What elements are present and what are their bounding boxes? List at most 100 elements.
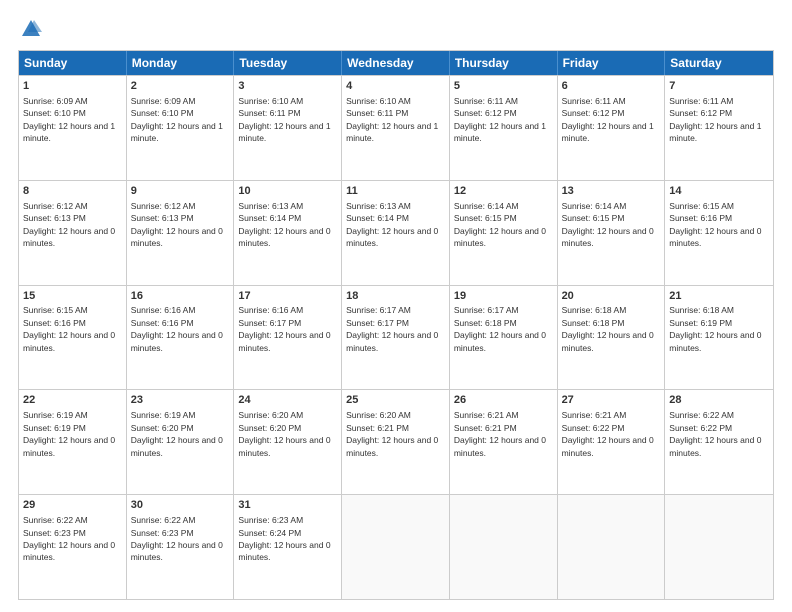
- day-number: 13: [562, 184, 661, 199]
- day-info: Sunrise: 6:14 AMSunset: 6:15 PMDaylight:…: [562, 201, 654, 248]
- day-number: 28: [669, 393, 769, 408]
- day-number: 4: [346, 79, 445, 94]
- day-info: Sunrise: 6:22 AMSunset: 6:23 PMDaylight:…: [23, 515, 115, 562]
- day-number: 30: [131, 498, 230, 513]
- day-number: 15: [23, 289, 122, 304]
- calendar-cell: 1 Sunrise: 6:09 AMSunset: 6:10 PMDaylight…: [19, 76, 127, 180]
- calendar-row-2: 8 Sunrise: 6:12 AMSunset: 6:13 PMDaylight…: [19, 180, 773, 285]
- calendar-cell: 28Sunrise: 6:22 AMSunset: 6:22 PMDayligh…: [665, 390, 773, 494]
- day-info: Sunrise: 6:17 AMSunset: 6:18 PMDaylight:…: [454, 305, 546, 352]
- day-info: Sunrise: 6:20 AMSunset: 6:20 PMDaylight:…: [238, 410, 330, 457]
- calendar-cell: 19Sunrise: 6:17 AMSunset: 6:18 PMDayligh…: [450, 286, 558, 390]
- header-day-tuesday: Tuesday: [234, 51, 342, 75]
- calendar-body: 1 Sunrise: 6:09 AMSunset: 6:10 PMDaylight…: [19, 75, 773, 599]
- calendar-cell: 25 Sunrise: 6:20 AMSunset: 6:21 PMDayligh…: [342, 390, 450, 494]
- calendar-cell: 4 Sunrise: 6:10 AMSunset: 6:11 PMDaylight…: [342, 76, 450, 180]
- day-number: 22: [23, 393, 122, 408]
- day-number: 16: [131, 289, 230, 304]
- day-info: Sunrise: 6:18 AMSunset: 6:19 PMDaylight:…: [669, 305, 761, 352]
- day-info: Sunrise: 6:11 AMSunset: 6:12 PMDaylight:…: [454, 96, 546, 143]
- day-info: Sunrise: 6:10 AMSunset: 6:11 PMDaylight:…: [238, 96, 330, 143]
- calendar-cell: 12Sunrise: 6:14 AMSunset: 6:15 PMDayligh…: [450, 181, 558, 285]
- day-number: 7: [669, 79, 769, 94]
- calendar-cell: 13 Sunrise: 6:14 AMSunset: 6:15 PMDayligh…: [558, 181, 666, 285]
- calendar-cell: 30 Sunrise: 6:22 AMSunset: 6:23 PMDayligh…: [127, 495, 235, 599]
- day-number: 17: [238, 289, 337, 304]
- calendar-header: SundayMondayTuesdayWednesdayThursdayFrid…: [19, 51, 773, 75]
- day-info: Sunrise: 6:13 AMSunset: 6:14 PMDaylight:…: [346, 201, 438, 248]
- calendar-cell: 14 Sunrise: 6:15 AMSunset: 6:16 PMDayligh…: [665, 181, 773, 285]
- day-number: 19: [454, 289, 553, 304]
- day-info: Sunrise: 6:18 AMSunset: 6:18 PMDaylight:…: [562, 305, 654, 352]
- day-info: Sunrise: 6:09 AMSunset: 6:10 PMDaylight:…: [23, 96, 115, 143]
- calendar-cell: 18Sunrise: 6:17 AMSunset: 6:17 PMDayligh…: [342, 286, 450, 390]
- calendar-cell: 9 Sunrise: 6:12 AMSunset: 6:13 PMDaylight…: [127, 181, 235, 285]
- day-number: 25: [346, 393, 445, 408]
- day-number: 11: [346, 184, 445, 199]
- day-info: Sunrise: 6:21 AMSunset: 6:22 PMDaylight:…: [562, 410, 654, 457]
- day-info: Sunrise: 6:11 AMSunset: 6:12 PMDaylight:…: [669, 96, 761, 143]
- day-info: Sunrise: 6:20 AMSunset: 6:21 PMDaylight:…: [346, 410, 438, 457]
- logo-icon: [20, 18, 42, 40]
- header: [18, 18, 774, 40]
- day-number: 21: [669, 289, 769, 304]
- day-number: 6: [562, 79, 661, 94]
- day-info: Sunrise: 6:15 AMSunset: 6:16 PMDaylight:…: [23, 305, 115, 352]
- calendar-cell: 27 Sunrise: 6:21 AMSunset: 6:22 PMDayligh…: [558, 390, 666, 494]
- calendar-cell: 17Sunrise: 6:16 AMSunset: 6:17 PMDayligh…: [234, 286, 342, 390]
- day-number: 24: [238, 393, 337, 408]
- day-number: 27: [562, 393, 661, 408]
- logo: [18, 18, 42, 40]
- calendar-cell: 10 Sunrise: 6:13 AMSunset: 6:14 PMDayligh…: [234, 181, 342, 285]
- day-number: 18: [346, 289, 445, 304]
- calendar-cell: 21Sunrise: 6:18 AMSunset: 6:19 PMDayligh…: [665, 286, 773, 390]
- day-number: 14: [669, 184, 769, 199]
- calendar-cell: 6Sunrise: 6:11 AMSunset: 6:12 PMDaylight…: [558, 76, 666, 180]
- calendar-cell: 8 Sunrise: 6:12 AMSunset: 6:13 PMDaylight…: [19, 181, 127, 285]
- calendar-cell: 5Sunrise: 6:11 AMSunset: 6:12 PMDaylight…: [450, 76, 558, 180]
- day-number: 26: [454, 393, 553, 408]
- page: SundayMondayTuesdayWednesdayThursdayFrid…: [0, 0, 792, 612]
- calendar: SundayMondayTuesdayWednesdayThursdayFrid…: [18, 50, 774, 600]
- day-info: Sunrise: 6:19 AMSunset: 6:19 PMDaylight:…: [23, 410, 115, 457]
- header-day-wednesday: Wednesday: [342, 51, 450, 75]
- day-info: Sunrise: 6:16 AMSunset: 6:16 PMDaylight:…: [131, 305, 223, 352]
- day-info: Sunrise: 6:17 AMSunset: 6:17 PMDaylight:…: [346, 305, 438, 352]
- header-day-friday: Friday: [558, 51, 666, 75]
- day-info: Sunrise: 6:12 AMSunset: 6:13 PMDaylight:…: [23, 201, 115, 248]
- day-number: 29: [23, 498, 122, 513]
- day-number: 20: [562, 289, 661, 304]
- calendar-row-5: 29 Sunrise: 6:22 AMSunset: 6:23 PMDayligh…: [19, 494, 773, 599]
- calendar-cell: 24 Sunrise: 6:20 AMSunset: 6:20 PMDayligh…: [234, 390, 342, 494]
- header-day-thursday: Thursday: [450, 51, 558, 75]
- day-info: Sunrise: 6:16 AMSunset: 6:17 PMDaylight:…: [238, 305, 330, 352]
- day-info: Sunrise: 6:19 AMSunset: 6:20 PMDaylight:…: [131, 410, 223, 457]
- day-number: 10: [238, 184, 337, 199]
- calendar-cell: 23Sunrise: 6:19 AMSunset: 6:20 PMDayligh…: [127, 390, 235, 494]
- day-info: Sunrise: 6:10 AMSunset: 6:11 PMDaylight:…: [346, 96, 438, 143]
- calendar-cell: 29 Sunrise: 6:22 AMSunset: 6:23 PMDayligh…: [19, 495, 127, 599]
- day-info: Sunrise: 6:22 AMSunset: 6:23 PMDaylight:…: [131, 515, 223, 562]
- calendar-cell: 7 Sunrise: 6:11 AMSunset: 6:12 PMDaylight…: [665, 76, 773, 180]
- day-info: Sunrise: 6:13 AMSunset: 6:14 PMDaylight:…: [238, 201, 330, 248]
- calendar-cell: 22 Sunrise: 6:19 AMSunset: 6:19 PMDayligh…: [19, 390, 127, 494]
- calendar-cell: [342, 495, 450, 599]
- calendar-cell: 31Sunrise: 6:23 AMSunset: 6:24 PMDayligh…: [234, 495, 342, 599]
- calendar-cell: 3Sunrise: 6:10 AMSunset: 6:11 PMDaylight…: [234, 76, 342, 180]
- calendar-row-4: 22 Sunrise: 6:19 AMSunset: 6:19 PMDayligh…: [19, 389, 773, 494]
- calendar-cell: 15Sunrise: 6:15 AMSunset: 6:16 PMDayligh…: [19, 286, 127, 390]
- day-info: Sunrise: 6:15 AMSunset: 6:16 PMDaylight:…: [669, 201, 761, 248]
- day-number: 9: [131, 184, 230, 199]
- calendar-cell: 20Sunrise: 6:18 AMSunset: 6:18 PMDayligh…: [558, 286, 666, 390]
- day-number: 1: [23, 79, 122, 94]
- calendar-cell: [558, 495, 666, 599]
- calendar-cell: [450, 495, 558, 599]
- day-number: 2: [131, 79, 230, 94]
- calendar-row-3: 15Sunrise: 6:15 AMSunset: 6:16 PMDayligh…: [19, 285, 773, 390]
- calendar-cell: [665, 495, 773, 599]
- day-info: Sunrise: 6:14 AMSunset: 6:15 PMDaylight:…: [454, 201, 546, 248]
- day-number: 8: [23, 184, 122, 199]
- header-day-sunday: Sunday: [19, 51, 127, 75]
- header-day-saturday: Saturday: [665, 51, 773, 75]
- day-info: Sunrise: 6:12 AMSunset: 6:13 PMDaylight:…: [131, 201, 223, 248]
